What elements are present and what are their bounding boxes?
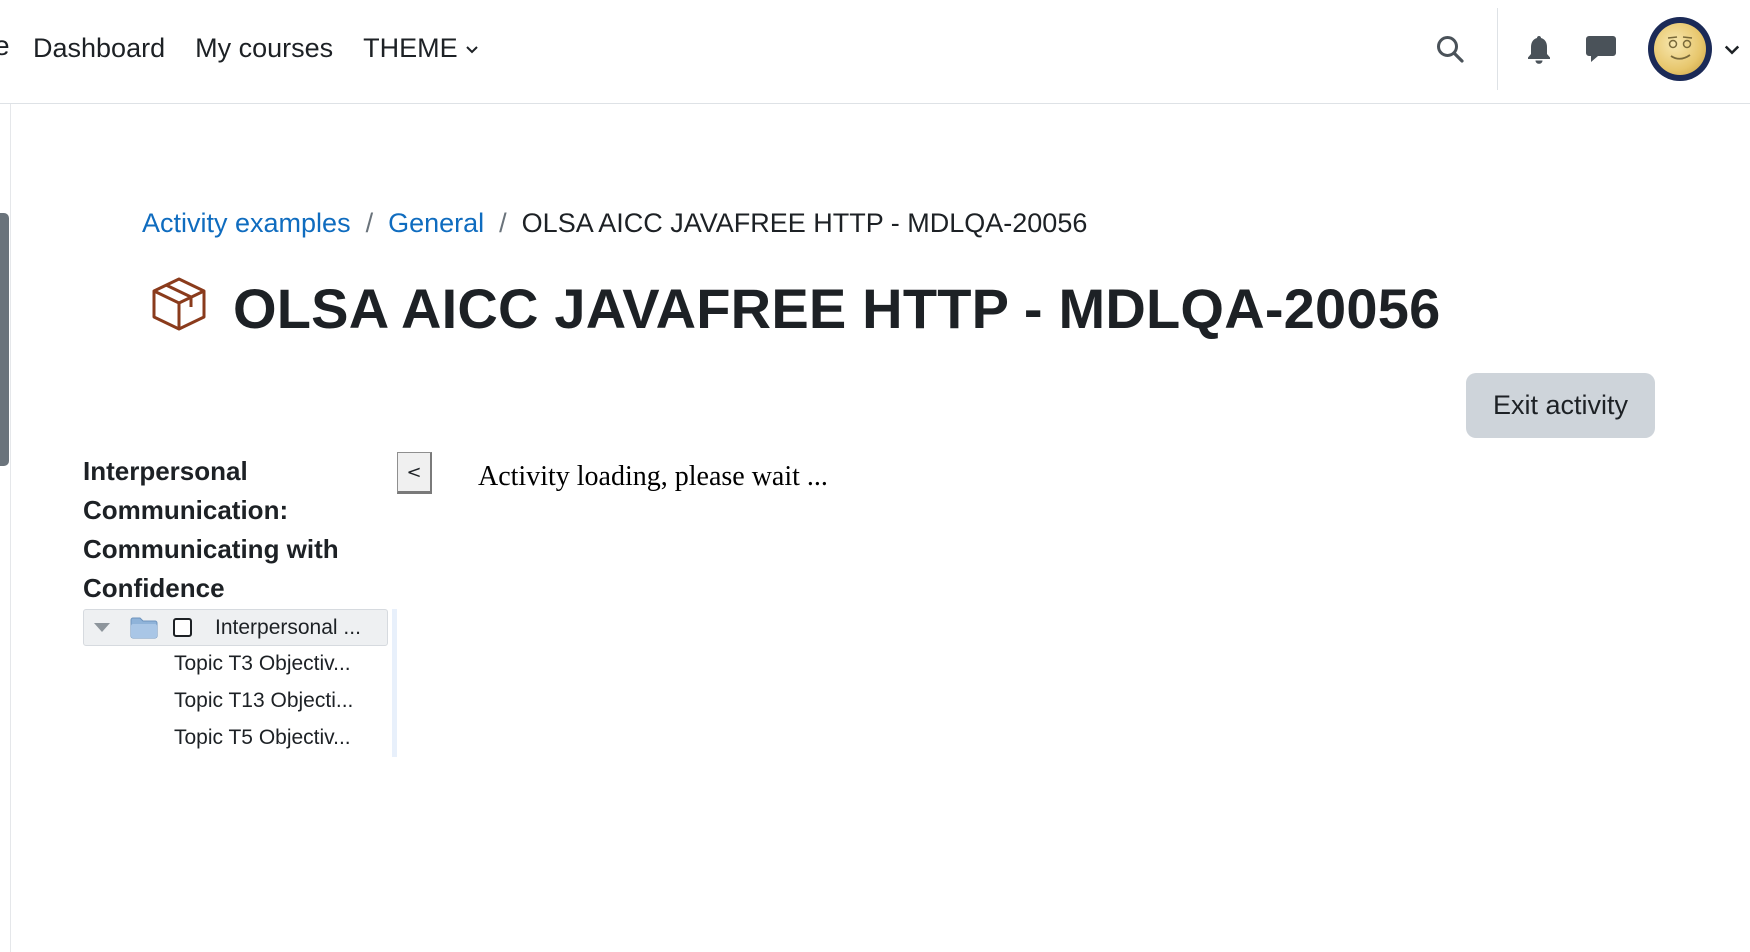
breadcrumb: Activity examples / General / OLSA AICC … <box>142 208 1087 239</box>
folder-icon <box>130 617 158 638</box>
breadcrumb-general[interactable]: General <box>388 208 484 239</box>
notifications-button[interactable] <box>1516 26 1562 72</box>
chevron-down-icon[interactable] <box>1722 39 1742 59</box>
nav-my-courses-link[interactable]: My courses <box>195 33 333 64</box>
chevron-down-icon <box>465 45 478 53</box>
breadcrumb-current: OLSA AICC JAVAFREE HTTP - MDLQA-20056 <box>521 208 1088 238</box>
breadcrumb-separator: / <box>499 208 507 238</box>
package-box-icon <box>152 277 206 331</box>
nav-clipped-item[interactable]: e <box>0 30 10 62</box>
checkbox-icon[interactable] <box>173 618 192 637</box>
drawer-scrollbar[interactable] <box>0 213 9 466</box>
avatar[interactable] <box>1648 16 1712 81</box>
nav-dashboard-link[interactable]: Dashboard <box>33 33 165 64</box>
toc-root-label: Interpersonal ... <box>215 615 361 639</box>
messages-button[interactable] <box>1578 26 1624 72</box>
chat-icon <box>1586 35 1616 62</box>
toc-collapse-button[interactable]: < <box>397 452 432 494</box>
toc-root-node[interactable]: Interpersonal ... <box>83 609 388 646</box>
toc-tree: Interpersonal ... Topic T3 Objectiv... T… <box>83 609 397 757</box>
expand-triangle-icon[interactable] <box>94 623 110 632</box>
toc-item[interactable]: Topic T5 Objectiv... <box>174 726 351 750</box>
navbar-divider <box>1497 7 1498 90</box>
breadcrumb-activity-examples[interactable]: Activity examples <box>142 208 351 239</box>
search-button[interactable] <box>1427 26 1473 72</box>
toc-title: Interpersonal Communication: Communicati… <box>83 456 339 603</box>
toc-item[interactable]: Topic T13 Objecti... <box>174 689 353 713</box>
nav-theme-menu[interactable]: THEME <box>363 33 480 64</box>
breadcrumb-separator: / <box>365 208 374 238</box>
search-icon <box>1437 35 1464 63</box>
page-title: OLSA AICC JAVAFREE HTTP - MDLQA-20056 <box>233 277 1441 340</box>
user-navigation <box>1427 0 1750 97</box>
avatar-image <box>1654 22 1706 75</box>
primary-navigation: Dashboard My courses THEME <box>33 0 480 97</box>
activity-loading-message: Activity loading, please wait ... <box>478 461 828 492</box>
exit-activity-button[interactable]: Exit activity <box>1466 373 1655 438</box>
smiley-face-icon <box>1667 35 1693 60</box>
toc-item[interactable]: Topic T3 Objectiv... <box>174 652 351 676</box>
bell-icon <box>1528 35 1550 64</box>
nav-theme-label: THEME <box>363 33 458 63</box>
top-navbar: e Dashboard My courses THEME <box>0 0 1750 104</box>
